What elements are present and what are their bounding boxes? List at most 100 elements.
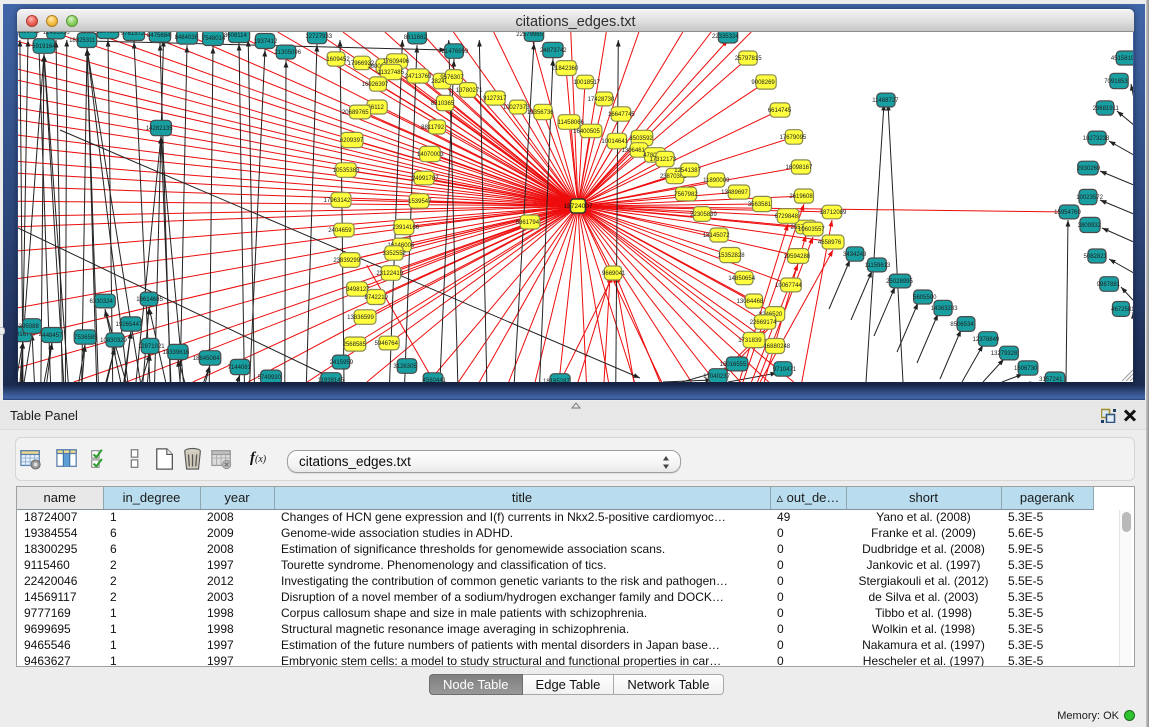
svg-text:12727933: 12727933 — [305, 34, 332, 40]
svg-text:24991787: 24991787 — [412, 176, 439, 182]
svg-text:9987881: 9987881 — [1097, 282, 1121, 288]
svg-text:4560441: 4560441 — [423, 378, 447, 382]
svg-text:8506534: 8506534 — [950, 322, 974, 328]
svg-text:7536585: 7536585 — [74, 335, 98, 341]
svg-text:11938145: 11938145 — [318, 378, 345, 382]
svg-text:23914166: 23914166 — [392, 225, 419, 231]
svg-text:4448457: 4448457 — [39, 333, 63, 339]
svg-text:6614745: 6614745 — [768, 108, 792, 114]
svg-text:8608114: 8608114 — [224, 33, 248, 39]
svg-text:16647745: 16647745 — [608, 112, 635, 118]
svg-text:15954769: 15954769 — [1054, 210, 1081, 216]
svg-text:3126305: 3126305 — [393, 364, 417, 370]
svg-text:22669174: 22669174 — [750, 320, 777, 326]
svg-text:5946764: 5946764 — [375, 341, 399, 347]
svg-text:11002230: 11002230 — [97, 32, 124, 35]
svg-text:5605500: 5605500 — [913, 295, 937, 301]
svg-text:12541387: 12541387 — [674, 168, 701, 174]
svg-text:6861794: 6861794 — [516, 220, 540, 226]
svg-text:24873742: 24873742 — [540, 48, 567, 54]
svg-text:3563581: 3563581 — [748, 202, 772, 208]
svg-text:2619608: 2619608 — [789, 194, 813, 200]
svg-text:9669041: 9669041 — [602, 271, 626, 277]
svg-text:22305839: 22305839 — [690, 212, 717, 218]
svg-text:1937412: 1937412 — [254, 39, 278, 45]
svg-text:14070003: 14070003 — [417, 152, 444, 158]
svg-text:6330324: 6330324 — [90, 299, 114, 305]
svg-text:8611682: 8611682 — [404, 35, 428, 41]
svg-text:22579965: 22579965 — [516, 32, 543, 38]
svg-text:11327485: 11327485 — [378, 70, 405, 76]
svg-text:4658976: 4658976 — [818, 240, 842, 246]
svg-text:18724007: 18724007 — [564, 203, 593, 210]
svg-text:15352828: 15352828 — [718, 253, 745, 259]
svg-text:13279328: 13279328 — [991, 351, 1018, 357]
svg-text:3434243: 3434243 — [843, 252, 867, 258]
svg-text:4515819: 4515819 — [1111, 56, 1133, 62]
svg-text:18845084: 18845084 — [193, 356, 220, 362]
svg-text:10023572: 10023572 — [1076, 195, 1103, 201]
svg-text:5395088: 5395088 — [18, 324, 39, 330]
svg-text:16614685: 16614685 — [136, 297, 163, 303]
svg-text:2930269: 2930269 — [1077, 166, 1101, 172]
svg-text:16098167: 16098167 — [786, 165, 813, 171]
svg-text:17312173: 17312173 — [649, 157, 676, 163]
svg-text:3809932: 3809932 — [1078, 223, 1102, 229]
svg-text:16016555: 16016555 — [720, 362, 747, 368]
svg-text:18185287: 18185287 — [543, 379, 570, 382]
svg-text:17679095: 17679095 — [780, 135, 807, 141]
svg-text:8742219: 8742219 — [365, 295, 389, 301]
svg-text:16636011: 16636011 — [18, 32, 40, 35]
svg-text:13084468: 13084468 — [737, 299, 764, 305]
svg-text:13836599: 13836599 — [347, 315, 374, 321]
svg-text:18339616: 18339616 — [163, 350, 190, 356]
svg-text:1731839: 1731839 — [738, 338, 762, 344]
svg-text:11458066: 11458066 — [558, 120, 585, 126]
svg-text:21476999: 21476999 — [442, 49, 469, 55]
svg-text:23122419: 23122419 — [376, 271, 403, 277]
svg-text:10014641: 10014641 — [601, 139, 628, 145]
svg-text:6729848: 6729848 — [775, 214, 799, 220]
svg-text:11468727: 11468727 — [872, 98, 899, 104]
svg-text:11890009: 11890009 — [703, 178, 730, 184]
svg-text:16926397: 16926397 — [362, 82, 389, 88]
svg-text:25797815: 25797815 — [735, 56, 762, 62]
svg-text:1606730: 1606730 — [1014, 366, 1038, 372]
svg-text:17040237: 17040237 — [703, 374, 730, 380]
svg-text:9710471: 9710471 — [773, 367, 797, 373]
svg-text:19594288: 19594288 — [783, 254, 810, 260]
svg-text:7091853: 7091853 — [1104, 79, 1128, 85]
svg-text:16400505: 16400505 — [573, 129, 600, 135]
svg-text:9761572: 9761572 — [121, 32, 145, 37]
svg-text:24713769: 24713769 — [405, 74, 432, 80]
svg-text:4672581: 4672581 — [1111, 307, 1133, 313]
svg-text:8811792: 8811792 — [421, 125, 445, 131]
svg-text:6209397: 6209397 — [340, 138, 364, 144]
svg-text:10018517: 10018517 — [573, 80, 600, 86]
svg-text:18273238: 18273238 — [1083, 136, 1110, 142]
svg-text:9127317: 9127317 — [483, 96, 507, 102]
svg-text:12378849: 12378849 — [973, 337, 1000, 343]
svg-text:14363283: 14363283 — [931, 306, 958, 312]
svg-text:7144081: 7144081 — [228, 365, 252, 371]
svg-text:2415959: 2415959 — [330, 360, 354, 366]
svg-text:7567982: 7567982 — [674, 192, 698, 198]
svg-text:1539547: 1539547 — [408, 199, 432, 205]
svg-text:17963142: 17963142 — [324, 198, 351, 204]
svg-text:19265447: 19265447 — [116, 322, 143, 328]
svg-text:9008269: 9008269 — [751, 80, 775, 86]
svg-text:8484036: 8484036 — [175, 35, 199, 41]
svg-text:11159613: 11159613 — [865, 263, 891, 269]
svg-text:10603557: 10603557 — [798, 227, 825, 233]
svg-text:7548014: 7548014 — [202, 36, 226, 42]
svg-text:21842360: 21842360 — [552, 66, 579, 72]
svg-text:23681911: 23681911 — [1093, 106, 1120, 112]
svg-text:17428730: 17428730 — [588, 97, 615, 103]
svg-text:8475684: 8475684 — [147, 33, 171, 39]
svg-text:12496950: 12496950 — [43, 32, 70, 36]
svg-text:25028995: 25028995 — [886, 279, 913, 285]
svg-text:19356736: 19356736 — [527, 110, 554, 116]
svg-text:13489697: 13489697 — [721, 190, 748, 196]
svg-text:10830329: 10830329 — [100, 338, 127, 344]
svg-text:13780271: 13780271 — [456, 88, 483, 94]
